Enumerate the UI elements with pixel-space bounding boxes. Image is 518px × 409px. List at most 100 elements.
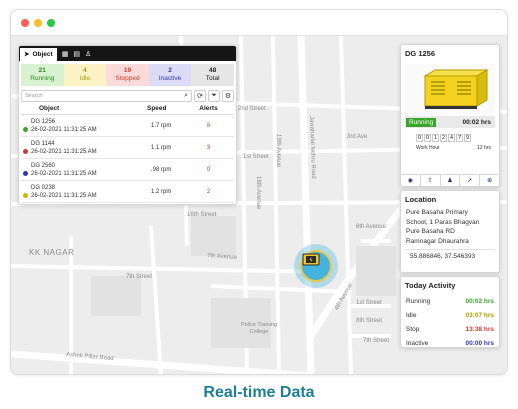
object-time: 26-02-2021 11:31:25 AM bbox=[31, 192, 97, 199]
counter-digit: 2 bbox=[440, 134, 447, 142]
activity-value: 03:07 hrs bbox=[465, 311, 494, 319]
minimize-window-button[interactable] bbox=[34, 19, 42, 27]
object-time: 26-02-2021 11:31:25 AM bbox=[31, 148, 97, 155]
activity-label: Idle bbox=[406, 311, 417, 319]
object-cell: DG 0238 26-02-2021 11:31:25 AM bbox=[21, 184, 133, 200]
status-dot bbox=[23, 148, 28, 154]
table-row[interactable]: DG 0238 26-02-2021 11:31:25 AM 1.2 rpm 2 bbox=[21, 181, 234, 203]
maximize-window-button[interactable] bbox=[47, 19, 55, 27]
share-icon[interactable]: ⇪ bbox=[421, 175, 441, 186]
street-label: 18th Avenue bbox=[255, 176, 261, 210]
address-line: School, 1 Paras Bhagvan bbox=[406, 218, 480, 226]
coordinates: 55.886846, 37.546393 bbox=[405, 249, 495, 260]
alerts-cell: 3 bbox=[206, 144, 211, 151]
generator-icon bbox=[302, 253, 320, 266]
stat-label: Idle bbox=[79, 75, 91, 82]
stat-count: 2 bbox=[168, 67, 172, 74]
calendar-icon[interactable]: ▦ bbox=[62, 50, 69, 58]
column-speed[interactable]: Speed bbox=[133, 105, 183, 112]
filter-icon[interactable]: ⏷ bbox=[208, 90, 220, 102]
stat-label: Inactive bbox=[158, 75, 182, 82]
column-object[interactable]: Object bbox=[21, 105, 133, 112]
table-row[interactable]: DG 1144 26-02-2021 11:31:25 AM 1.1 rpm 3 bbox=[21, 137, 234, 159]
area-label: KK NAGAR bbox=[29, 248, 75, 257]
eye-icon[interactable]: ◉ bbox=[401, 175, 421, 186]
activity-value: 00:00 hrs bbox=[465, 339, 494, 347]
counter-digit: 4 bbox=[448, 134, 455, 142]
grid-icon[interactable]: ▤ bbox=[73, 50, 80, 58]
object-cell: DG 1256 26-02-2021 11:31:25 AM bbox=[21, 118, 133, 134]
object-time: 26-02-2021 11:31:25 AM bbox=[31, 170, 97, 177]
person-icon[interactable]: ♟ bbox=[441, 175, 461, 186]
street-label: 2nd Street bbox=[238, 106, 266, 112]
caption: Real-time Data bbox=[203, 384, 315, 401]
device-panel: DG 1256 Running 00:02 hrs 0 0 1 2 4 7 9 … bbox=[400, 44, 500, 187]
stat-total[interactable]: 48 Total bbox=[191, 64, 234, 86]
close-window-button[interactable] bbox=[21, 19, 29, 27]
refresh-icon[interactable]: ⟳ bbox=[194, 90, 206, 102]
activity-row: Stop 13:38 hrs bbox=[401, 322, 499, 336]
device-title: DG 1256 bbox=[405, 49, 436, 58]
speed-cell: 1.1 rpm bbox=[151, 144, 172, 151]
activity-row: Inactive 00:00 hrs bbox=[401, 336, 499, 350]
zoom-icon[interactable]: ⊕ bbox=[480, 175, 499, 186]
table-row[interactable]: DG 1256 26-02-2021 11:31:25 AM 1.7 rpm 8 bbox=[21, 115, 234, 137]
street-label: 8th Street bbox=[356, 318, 383, 324]
navigate-icon[interactable]: ➚ bbox=[460, 175, 481, 186]
stat-count: 48 bbox=[209, 67, 217, 74]
running-badge: Running bbox=[406, 117, 437, 127]
work-hour-label: Work Hour bbox=[416, 145, 440, 151]
user-icon[interactable]: ♙ bbox=[85, 50, 91, 58]
navigation-icon: ➤ bbox=[24, 51, 30, 58]
settings-icon[interactable]: ⚙ bbox=[222, 90, 234, 102]
stat-stopped[interactable]: 19 Stopped bbox=[106, 64, 149, 86]
table-header: Object Speed Alerts bbox=[21, 105, 234, 115]
stat-count: 19 bbox=[123, 67, 132, 74]
activity-label: Inactive bbox=[406, 339, 429, 347]
panel-tabs: ➤ Object ▦ ▤ ♙ bbox=[19, 46, 236, 61]
stat-label: Stopped bbox=[115, 75, 140, 82]
status-summary: 21 Running 4 Idle 19 Stopped 2 Inactive … bbox=[21, 64, 234, 86]
counter-digit: 0 bbox=[416, 134, 423, 142]
stage: KK NAGAR 2nd Street 1st Street 19th Aven… bbox=[0, 0, 518, 409]
search-input[interactable]: Search ⌕ bbox=[21, 90, 192, 102]
column-alerts[interactable]: Alerts bbox=[183, 105, 234, 112]
device-actions: ◉ ⇪ ♟ ➚ ⊕ bbox=[401, 174, 499, 186]
generator-image bbox=[405, 64, 495, 114]
stat-running[interactable]: 21 Running bbox=[21, 64, 64, 86]
activity-label: Stop bbox=[406, 325, 420, 333]
running-time: 00:02 hrs bbox=[462, 118, 491, 126]
street-label: 1st Street bbox=[243, 154, 269, 160]
search-row: Search ⌕ ⟳ ⏷ ⚙ bbox=[21, 90, 234, 102]
object-cell: DG 1144 26-02-2021 11:31:25 AM bbox=[21, 140, 133, 156]
stat-inactive[interactable]: 2 Inactive bbox=[148, 64, 192, 86]
stat-idle[interactable]: 4 Idle bbox=[63, 64, 107, 86]
tab-object[interactable]: ➤ Object bbox=[20, 47, 57, 61]
tab-object-label: Object bbox=[32, 50, 53, 58]
generator-marker[interactable] bbox=[294, 244, 338, 288]
address-line: Ramnagar Dhaurahra bbox=[406, 237, 469, 245]
search-placeholder: Search bbox=[25, 93, 43, 99]
stat-count: 21 bbox=[38, 67, 46, 74]
object-time: 26-02-2021 11:31:25 AM bbox=[31, 126, 97, 133]
street-label: 6th Avenue bbox=[356, 224, 386, 230]
location-panel: Location Pure Basaha Primary School, 1 P… bbox=[400, 190, 500, 273]
activity-label: Running bbox=[406, 297, 431, 305]
title-bar bbox=[11, 10, 507, 36]
stat-label: Running bbox=[30, 75, 55, 82]
alerts-cell: 8 bbox=[206, 122, 211, 129]
object-cell: DG 2560 26-02-2021 11:31:25 AM bbox=[21, 162, 133, 178]
speed-cell: .98 rpm bbox=[151, 166, 172, 173]
alerts-cell: 2 bbox=[206, 188, 211, 195]
activity-row: Idle 03:07 hrs bbox=[401, 308, 499, 322]
status-dot bbox=[23, 170, 28, 176]
counter-digit: 0 bbox=[424, 134, 431, 142]
object-name: DG 2560 bbox=[31, 162, 56, 169]
table-row[interactable]: DG 2560 26-02-2021 11:31:25 AM .98 rpm 0 bbox=[21, 159, 234, 181]
address-line: Pure Basaha Primary bbox=[406, 209, 468, 216]
counter-digit: 1 bbox=[432, 134, 439, 142]
work-hour-row: Work Hour 12 hrs bbox=[416, 145, 491, 151]
browser-window: KK NAGAR 2nd Street 1st Street 19th Aven… bbox=[10, 9, 508, 375]
generator-picture bbox=[423, 69, 489, 109]
search-icon: ⌕ bbox=[184, 92, 188, 99]
